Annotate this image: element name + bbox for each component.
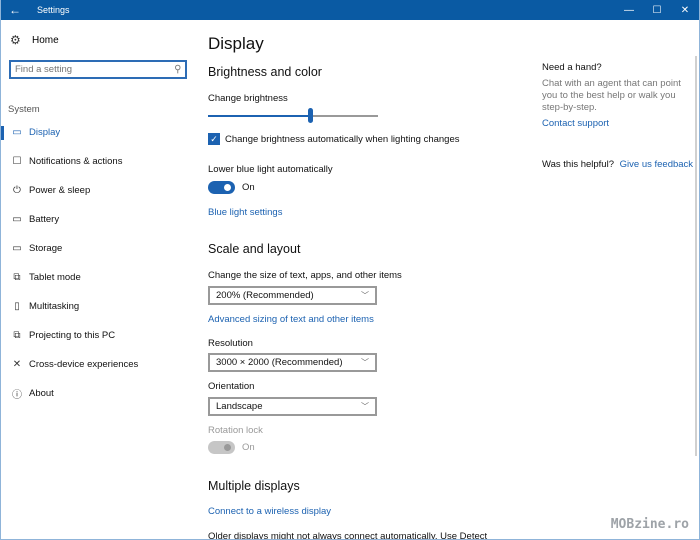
sidebar-item-label: Display <box>29 127 61 138</box>
orientation-value: Landscape <box>216 401 263 412</box>
feedback-link[interactable]: Give us feedback <box>620 159 693 170</box>
resolution-value: 3000 × 2000 (Recommended) <box>216 357 343 368</box>
back-arrow-icon: ← <box>9 3 21 17</box>
section-label: System <box>8 104 40 115</box>
scrollbar[interactable] <box>695 56 697 456</box>
scale-heading: Scale and layout <box>208 242 301 256</box>
sidebar-item-projecting-to-this-pc[interactable]: ⧉ Projecting to this PC <box>1 321 197 350</box>
cross-device-icon: ✕ <box>12 359 22 370</box>
multitasking-icon: ▯ <box>14 301 20 312</box>
title-bar: ← Settings — ☐ ✕ <box>1 0 699 20</box>
home-label: Home <box>32 34 59 46</box>
sidebar-item-display[interactable]: ▭ Display <box>1 118 197 147</box>
search-input[interactable] <box>15 64 174 75</box>
sidebar-item-label: Storage <box>29 243 63 254</box>
help-description: Chat with an agent that can point you to… <box>542 78 681 113</box>
maximize-button[interactable]: ☐ <box>643 0 671 20</box>
close-icon: ✕ <box>680 4 690 16</box>
sidebar-item-cross-device-experiences[interactable]: ✕ Cross-device experiences <box>1 350 197 379</box>
sidebar-item-label: Multitasking <box>29 301 80 312</box>
tablet-mode-icon: ⧉ <box>13 272 21 283</box>
brightness-slider[interactable] <box>208 108 378 124</box>
projecting-icon: ⧉ <box>13 330 21 341</box>
home-link[interactable]: ⚙ Home <box>10 34 59 46</box>
slider-fill <box>208 115 310 117</box>
brightness-label: Change brightness <box>208 93 288 104</box>
blue-light-toggle[interactable] <box>208 181 235 194</box>
helpful-label: Was this helpful? <box>542 159 614 170</box>
gear-icon: ⚙ <box>10 33 21 47</box>
back-button[interactable]: ← <box>1 0 29 20</box>
sidebar-item-multitasking[interactable]: ▯ Multitasking <box>1 292 197 321</box>
sidebar-item-label: Tablet mode <box>29 272 81 283</box>
minimize-icon: — <box>624 4 634 16</box>
wireless-display-link[interactable]: Connect to a wireless display <box>208 506 331 517</box>
toggle-knob <box>224 444 231 451</box>
contact-support-link[interactable]: Contact support <box>542 118 609 129</box>
help-title: Need a hand? <box>542 62 602 73</box>
rotation-lock-label: Rotation lock <box>208 425 263 436</box>
info-icon: ⓘ <box>12 390 22 401</box>
close-button[interactable]: ✕ <box>671 0 699 20</box>
orientation-dropdown[interactable]: Landscape ﹀ <box>208 397 377 416</box>
sidebar-item-storage[interactable]: ▭ Storage <box>1 234 197 263</box>
sidebar-item-label: Power & sleep <box>29 185 91 196</box>
sidebar-item-about[interactable]: ⓘ About <box>1 379 197 408</box>
sidebar-item-label: Notifications & actions <box>29 156 123 167</box>
sidebar-item-battery[interactable]: ▭ Battery <box>1 205 197 234</box>
sidebar-item-tablet-mode[interactable]: ⧉ Tablet mode <box>1 263 197 292</box>
settings-window: ← Settings — ☐ ✕ ⚙ Home ⚲ System ▭ Displa… <box>0 0 700 540</box>
brightness-heading: Brightness and color <box>208 65 322 79</box>
sidebar-nav: ▭ Display ☐ Notifications & actions ⏻ Power &… <box>1 118 197 408</box>
power-icon: ⏻ <box>13 185 21 196</box>
watermark: MOBzine.ro <box>610 517 689 532</box>
advanced-sizing-link[interactable]: Advanced sizing of text and other items <box>208 314 374 325</box>
sidebar-item-label: About <box>29 388 54 399</box>
rotation-lock-toggle <box>208 441 235 454</box>
page-title: Display <box>208 34 264 53</box>
multiple-displays-heading: Multiple displays <box>208 479 300 493</box>
size-label: Change the size of text, apps, and other… <box>208 270 402 281</box>
feedback-row: Was this helpful? Give us feedback <box>542 159 693 170</box>
search-icon[interactable]: ⚲ <box>174 64 181 75</box>
display-icon: ▭ <box>12 127 22 138</box>
sidebar: ⚙ Home ⚲ System ▭ Display ☐ Notifications &… <box>1 20 197 539</box>
sidebar-item-power-sleep[interactable]: ⏻ Power & sleep <box>1 176 197 205</box>
orientation-label: Orientation <box>208 381 255 392</box>
slider-thumb[interactable] <box>308 108 313 123</box>
auto-brightness-label: Change brightness automatically when lig… <box>225 133 460 145</box>
minimize-button[interactable]: — <box>615 0 643 20</box>
blue-light-label: Lower blue light automatically <box>208 164 333 175</box>
storage-icon: ▭ <box>12 243 22 254</box>
checkmark-icon[interactable]: ✓ <box>208 133 220 145</box>
window-title: Settings <box>37 5 70 15</box>
search-box[interactable]: ⚲ <box>9 60 187 79</box>
auto-brightness-checkbox[interactable]: ✓ Change brightness automatically when l… <box>208 133 459 145</box>
rotation-lock-toggle-row: On <box>208 441 255 454</box>
sidebar-item-label: Cross-device experiences <box>29 359 139 370</box>
sidebar-item-label: Projecting to this PC <box>29 330 116 341</box>
toggle-knob <box>224 184 231 191</box>
notifications-icon: ☐ <box>12 156 22 167</box>
size-dropdown[interactable]: 200% (Recommended) ﹀ <box>208 286 377 305</box>
chevron-down-icon: ﹀ <box>361 402 369 411</box>
chevron-down-icon: ﹀ <box>361 291 369 300</box>
rotation-lock-state: On <box>242 442 255 453</box>
maximize-icon: ☐ <box>652 4 662 16</box>
sidebar-item-notifications-actions[interactable]: ☐ Notifications & actions <box>1 147 197 176</box>
blue-light-state: On <box>242 182 255 193</box>
blue-light-settings-link[interactable]: Blue light settings <box>208 207 282 218</box>
chevron-down-icon: ﹀ <box>361 358 369 367</box>
blue-light-toggle-row: On <box>208 181 255 194</box>
size-value: 200% (Recommended) <box>216 290 314 301</box>
resolution-label: Resolution <box>208 338 253 349</box>
resolution-dropdown[interactable]: 3000 × 2000 (Recommended) ﹀ <box>208 353 377 372</box>
battery-icon: ▭ <box>12 214 22 225</box>
older-displays-text: Older displays might not always connect … <box>208 531 488 540</box>
sidebar-item-label: Battery <box>29 214 60 225</box>
